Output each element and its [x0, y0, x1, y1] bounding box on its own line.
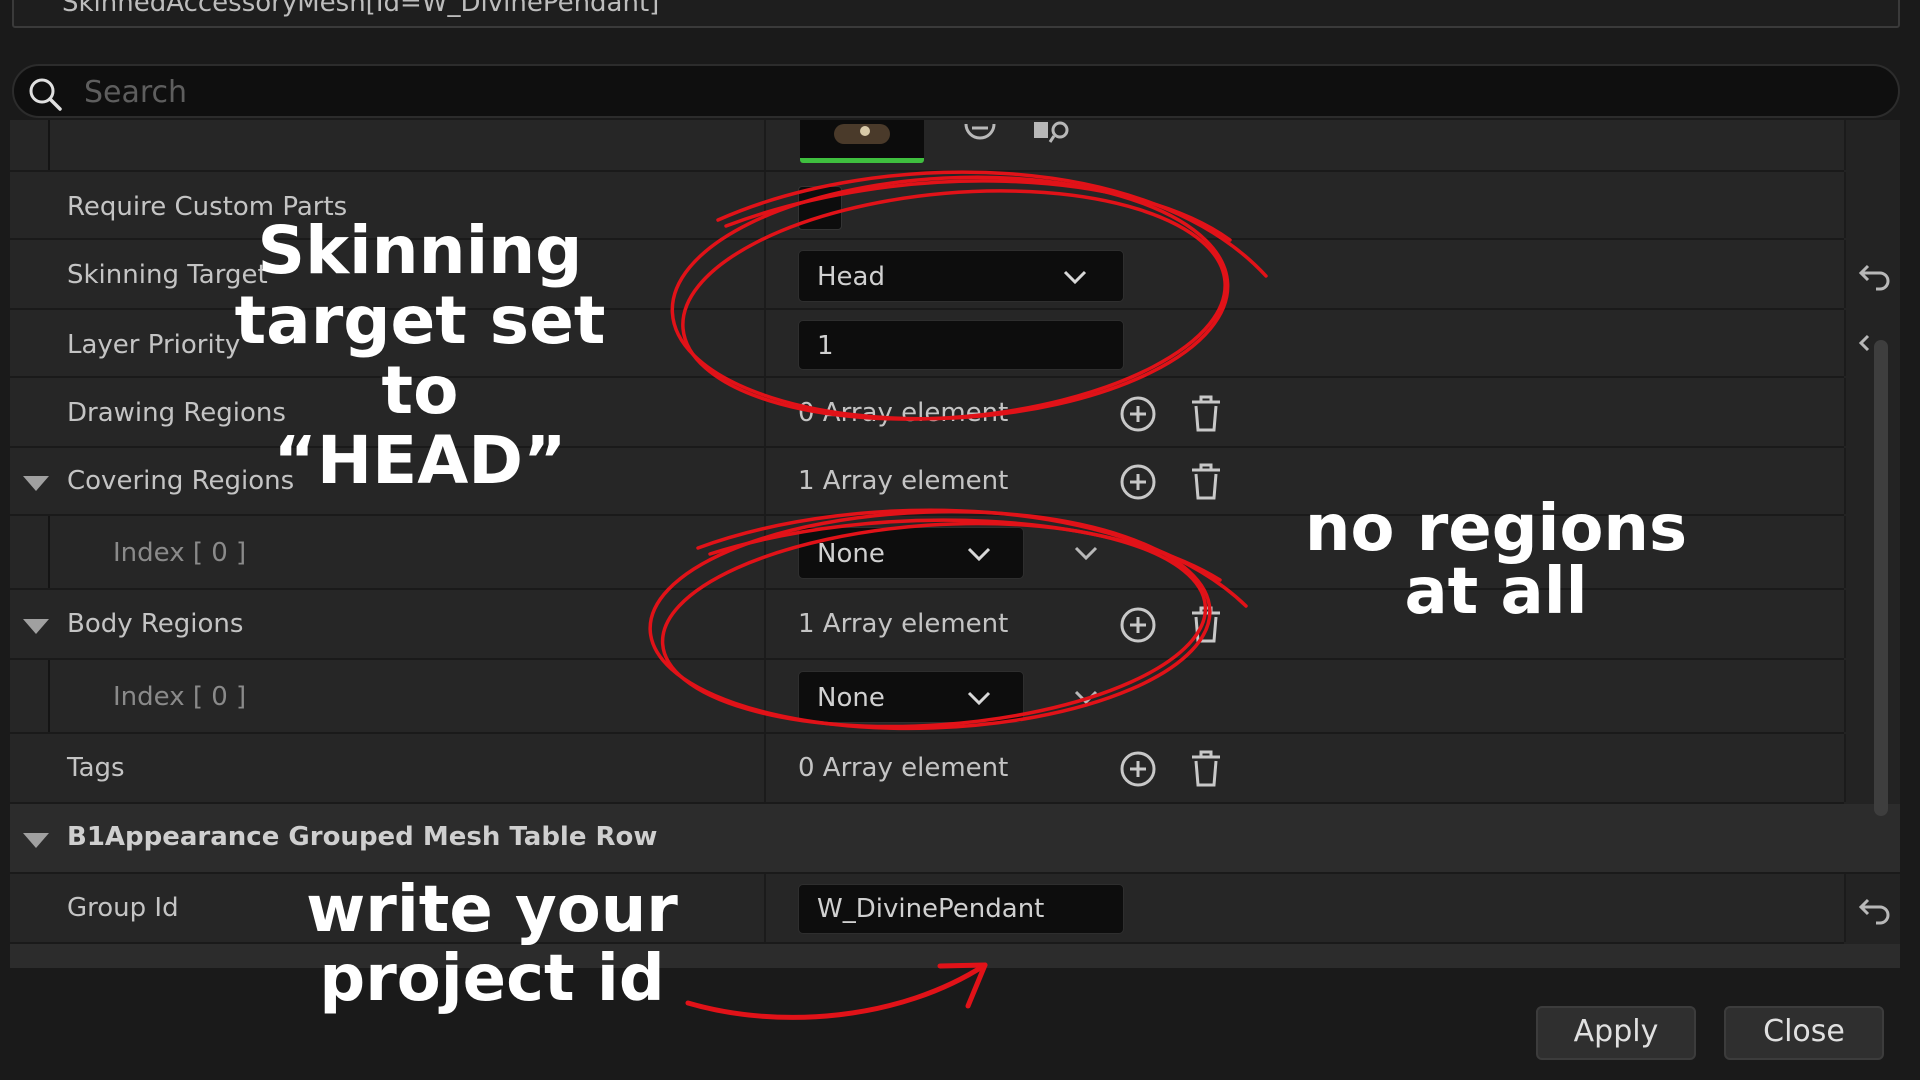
- search-input[interactable]: [82, 72, 1866, 112]
- reset-to-default-icon[interactable]: [1858, 896, 1894, 926]
- chevron-down-icon[interactable]: [1072, 543, 1100, 563]
- use-selected-icon[interactable]: [1030, 120, 1076, 150]
- mesh-thumbnail-row: [10, 120, 1846, 172]
- add-element-icon[interactable]: [1118, 394, 1158, 434]
- reset-to-default-icon[interactable]: [1858, 262, 1894, 292]
- collapse-arrow-icon[interactable]: [23, 833, 49, 848]
- delete-element-icon[interactable]: [1186, 603, 1226, 645]
- row-tags: Tags 0 Array element: [10, 734, 1846, 804]
- body-region-combo[interactable]: None: [798, 671, 1024, 723]
- group-id-value: W_DivinePendant: [817, 894, 1045, 924]
- mesh-thumbnail[interactable]: [800, 120, 924, 163]
- body-region-value: None: [817, 683, 885, 713]
- annotation-project-id: write your project id: [286, 873, 698, 1017]
- drawing-regions-count: 0 Array element: [798, 398, 1009, 428]
- group-header-label: B1Appearance Grouped Mesh Table Row: [67, 822, 658, 852]
- delete-element-icon[interactable]: [1186, 747, 1226, 789]
- require-custom-parts-checkbox[interactable]: [798, 186, 842, 230]
- asset-title: SkinnedAccessoryMesh[Id=W_DivinePendant]: [62, 0, 660, 18]
- group-id-input[interactable]: W_DivinePendant: [798, 884, 1124, 934]
- annotation-regions-line1: no regions: [1304, 492, 1688, 566]
- body-regions-count: 1 Array element: [798, 609, 1009, 639]
- covering-index-label: Index [ 0 ]: [113, 538, 247, 568]
- vertical-scrollbar[interactable]: [1874, 340, 1888, 816]
- skinning-target-value: Head: [817, 262, 885, 292]
- close-button[interactable]: Close: [1724, 1006, 1884, 1060]
- layer-priority-value: 1: [817, 331, 834, 361]
- search-bar[interactable]: [12, 64, 1900, 118]
- add-element-icon[interactable]: [1118, 749, 1158, 789]
- covering-regions-count: 1 Array element: [798, 466, 1009, 496]
- browse-icon[interactable]: [958, 120, 1002, 150]
- delete-element-icon[interactable]: [1186, 392, 1226, 434]
- chevron-down-icon: [967, 691, 991, 706]
- add-element-icon[interactable]: [1118, 605, 1158, 645]
- tags-label: Tags: [67, 753, 125, 783]
- body-index-label: Index [ 0 ]: [113, 682, 247, 712]
- group-header-grouped-mesh[interactable]: B1Appearance Grouped Mesh Table Row: [10, 804, 1900, 874]
- group-id-label: Group Id: [67, 893, 179, 923]
- chevron-down-icon[interactable]: [1072, 687, 1100, 707]
- annotation-project-line1: write your: [306, 873, 678, 947]
- search-icon: [29, 78, 62, 111]
- skinning-target-combo[interactable]: Head: [798, 250, 1124, 302]
- annotation-skinning-line1: Skinning: [257, 212, 583, 289]
- row-body-index-0: Index [ 0 ] None: [10, 660, 1846, 734]
- collapse-arrow-icon[interactable]: [23, 476, 49, 491]
- annotation-skinning-line3: “HEAD”: [273, 421, 567, 499]
- tags-count: 0 Array element: [798, 753, 1009, 783]
- covering-region-value: None: [817, 539, 885, 569]
- annotation-project-line2: project id: [319, 942, 665, 1017]
- annotation-regions-line2: at all: [1404, 554, 1588, 629]
- chevron-down-icon: [967, 547, 991, 562]
- body-regions-label: Body Regions: [67, 609, 244, 639]
- apply-button[interactable]: Apply: [1536, 1006, 1696, 1060]
- annotation-skinning: Skinning target set to “HEAD”: [190, 216, 650, 496]
- annotation-skinning-line2: target set to: [234, 281, 606, 429]
- chevron-down-icon: [1063, 270, 1087, 285]
- collapse-arrow-icon[interactable]: [23, 619, 49, 634]
- asset-title-bar: SkinnedAccessoryMesh[Id=W_DivinePendant]: [12, 0, 1900, 28]
- add-element-icon[interactable]: [1118, 462, 1158, 502]
- covering-region-combo[interactable]: None: [798, 527, 1024, 579]
- annotation-regions: no regions at all: [1290, 492, 1702, 629]
- layer-priority-input[interactable]: 1: [798, 320, 1124, 370]
- delete-element-icon[interactable]: [1186, 460, 1226, 502]
